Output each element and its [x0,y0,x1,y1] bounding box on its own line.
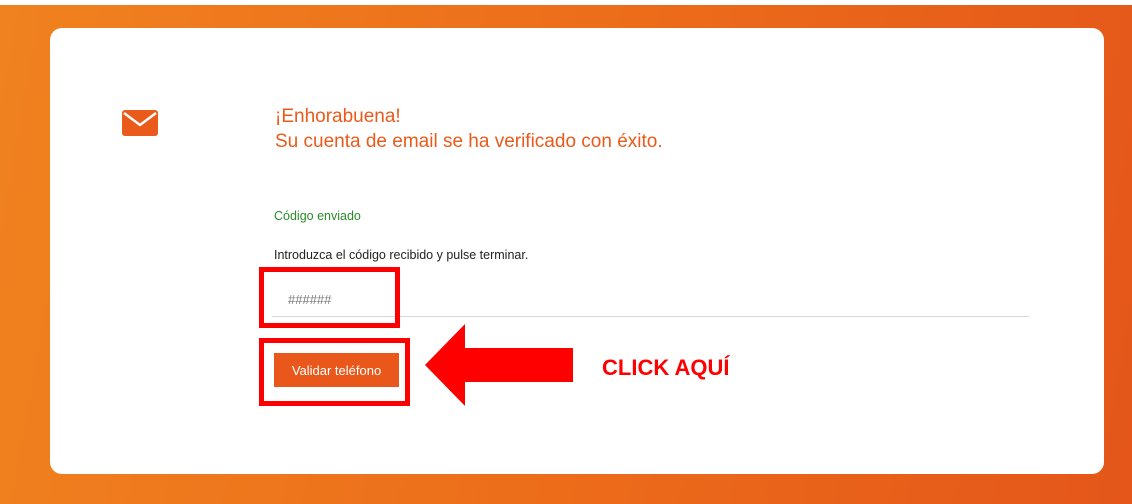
click-here-annotation: CLICK AQUÍ [602,355,730,380]
button-highlight-box [259,338,410,406]
success-title: ¡Enhorabuena! [275,106,401,127]
verification-card [50,28,1104,474]
success-subtitle: Su cuenta de email se ha verificado con … [275,131,663,152]
code-instructions: Introduzca el código recibido y pulse te… [274,248,529,262]
envelope-icon [122,110,158,136]
input-highlight-box [259,267,400,328]
code-sent-status: Código enviado [274,209,361,223]
left-arrow-icon [425,324,573,406]
success-message: ¡Enhorabuena! Su cuenta de email se ha v… [275,104,663,154]
